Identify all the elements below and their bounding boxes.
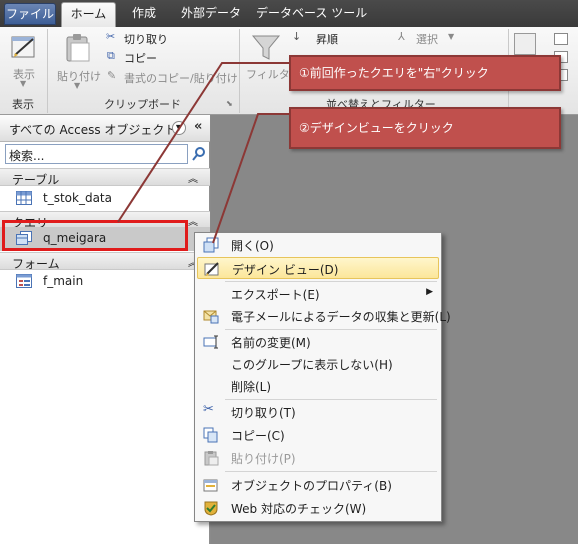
callout-text: ①前回作ったクエリを"右"クリック (299, 66, 489, 80)
callout-step1: ①前回作ったクエリを"右"クリック (289, 55, 561, 91)
callout-step2: ②デザインビューをクリック (289, 107, 561, 149)
callout-text: ②デザインビューをクリック (299, 121, 454, 135)
